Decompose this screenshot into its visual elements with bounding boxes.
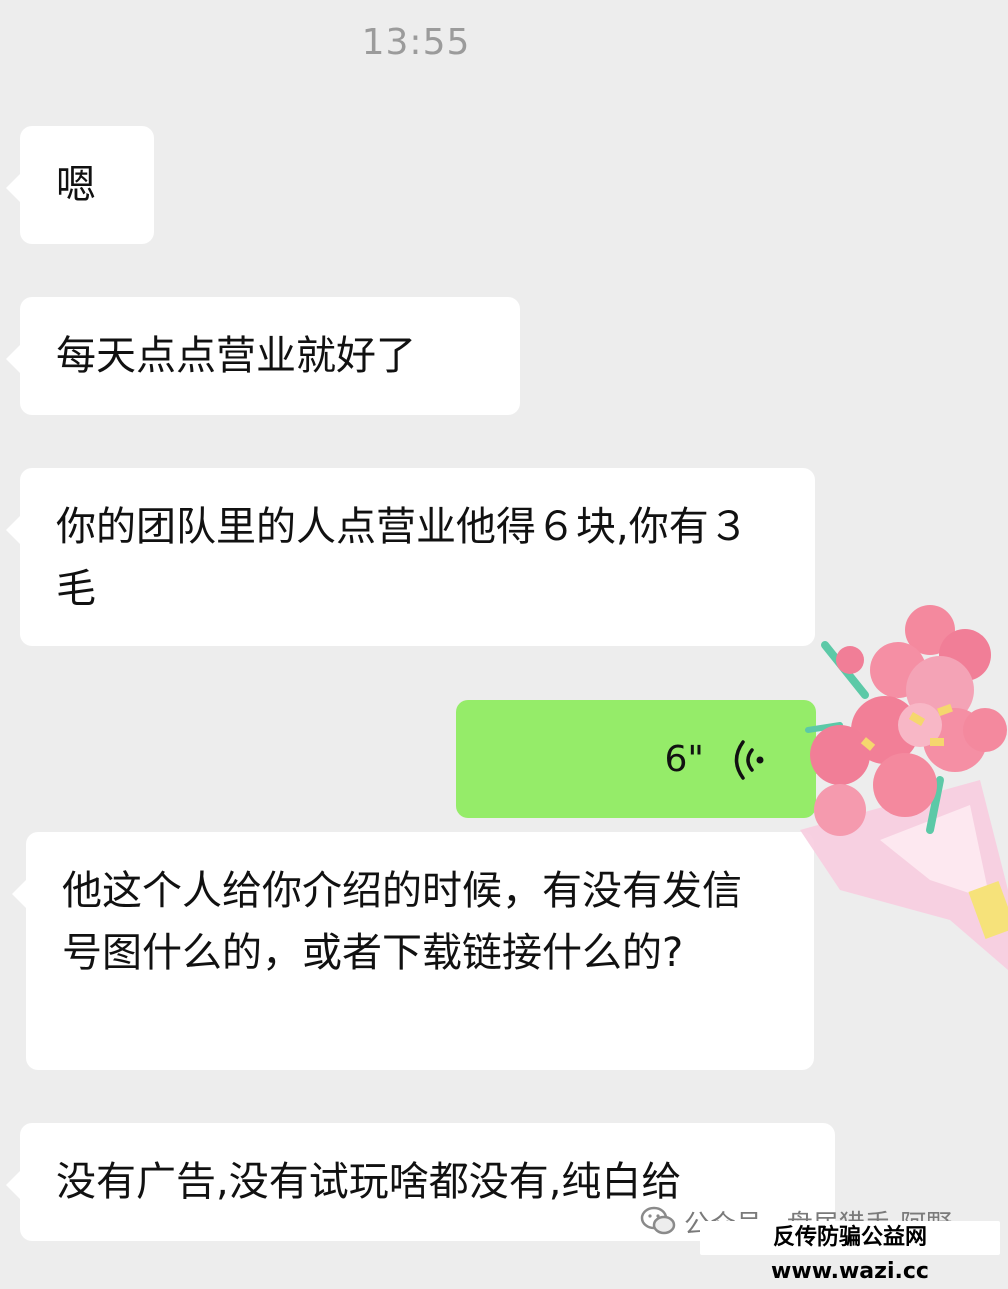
message-bubble-2[interactable]: 每天点点营业就好了 bbox=[6, 297, 520, 415]
message-bubble-3[interactable]: 你的团队里的人点营业他得６块,你有３毛 bbox=[6, 468, 815, 646]
message-text: 每天点点营业就好了 bbox=[56, 333, 416, 379]
message-text: 嗯 bbox=[56, 162, 96, 208]
voice-message-bubble[interactable]: 6" bbox=[456, 700, 830, 818]
message-bubble-1[interactable]: 嗯 bbox=[6, 126, 154, 244]
message-bubble-4[interactable]: 他这个人给你介绍的时候，有没有发信号图什么的，或者下载链接什么的? bbox=[12, 832, 814, 1070]
timestamp: 13:55 bbox=[361, 22, 471, 63]
voice-duration: 6" bbox=[664, 739, 704, 780]
message-text: 没有广告,没有试玩啥都没有,纯白给 bbox=[56, 1159, 682, 1205]
voice-wave-icon bbox=[734, 740, 764, 780]
site-banner: 反传防骗公益网 www.wazi.cc bbox=[700, 1221, 1000, 1284]
message-text: 你的团队里的人点营业他得６块,你有３毛 bbox=[56, 504, 749, 612]
message-text: 他这个人给你介绍的时候，有没有发信号图什么的，或者下载链接什么的? bbox=[62, 868, 742, 976]
wechat-icon bbox=[640, 1206, 676, 1235]
flower-bouquet-sticker bbox=[800, 605, 1008, 970]
